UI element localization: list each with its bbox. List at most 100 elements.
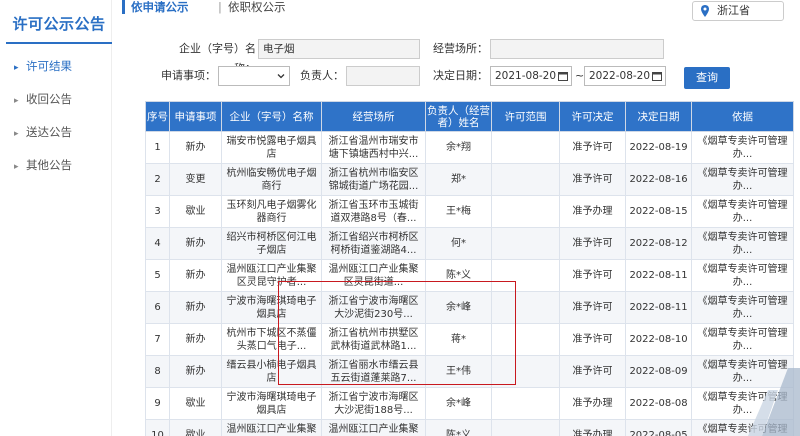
cell-apply-type-text: 新办 [185,302,206,313]
table-row[interactable]: 3 歇业 玉环刻凡电子烟雾化器商行 浙江省玉环市玉城街道双港路8号（春... 王*梅 准予… [145,195,794,228]
table-row[interactable]: 2 变更 杭州临安畅优电子烟商行 浙江省杭州市临安区锦城街道广场花园... 郑* 准予许可… [145,163,794,196]
cell-decision-text: 准予许可 [572,334,613,345]
cell-place: 温州瓯江口产业集聚区灵昆街道... [321,419,426,436]
place-label: 经营场所： [433,42,488,55]
cell-basis: 《烟草专卖许可管理办... [691,195,794,228]
cell-index-text: 6 [154,302,161,313]
cell-scope [491,419,560,436]
cell-date: 2022-08-16 [625,163,692,196]
header-person: 负责人（经营者）姓名 [425,101,492,132]
calendar-icon[interactable] [558,71,568,81]
header-index: 序号 [145,101,170,132]
sidebar-item-other[interactable]: ▸ 其他公告 [14,155,72,175]
sidebar-item-label: 送达公告 [26,125,72,139]
cell-company: 玉环刻凡电子烟雾化器商行 [221,195,322,228]
cell-date: 2022-08-09 [625,355,692,388]
cell-apply-type: 歇业 [169,195,222,228]
sidebar-item-delivery[interactable]: ▸ 送达公告 [14,122,72,142]
cell-scope [491,227,560,260]
cell-basis-text: 《烟草专卖许可管理办... [697,167,788,192]
cell-date-text: 2022-08-11 [629,302,688,313]
cell-place-text: 浙江省温州市瑞安市塘下镇塘西村中兴... [328,135,419,160]
cell-place-text: 浙江省绍兴市柯桥区柯桥街道鉴湖路4... [328,231,419,256]
cell-basis-text: 《烟草专卖许可管理办... [697,263,788,288]
cell-person-text: 余*峰 [446,398,471,409]
cell-index-text: 3 [154,206,161,217]
tab-on-application[interactable]: 依申请公示 [122,0,189,14]
cell-date-text: 2022-08-15 [629,206,688,217]
calendar-icon[interactable] [652,71,662,81]
person-input[interactable] [346,66,420,86]
cell-date-text: 2022-08-16 [629,174,688,185]
cell-place-text: 温州瓯江口产业集聚区灵昆街道... [328,423,419,435]
cell-decision-text: 准予办理 [572,206,613,217]
company-name-input[interactable]: 电子烟 [258,39,420,59]
cell-decision-text: 准予许可 [572,302,613,313]
query-button[interactable]: 查询 [684,67,730,89]
cell-index-text: 5 [154,270,161,281]
cell-company: 温州瓯江口产业集聚区灵昆守护者... [221,419,322,436]
cell-index: 9 [145,387,170,420]
business-place-input[interactable] [490,39,664,59]
results-table: 序号 申请事项 企业（字号）名称 经营场所 负责人（经营者）姓名 许可范围 许可… [145,101,794,436]
cell-place: 浙江省杭州市临安区锦城街道广场花园... [321,163,426,196]
cell-apply-type: 新办 [169,323,222,356]
cell-person: 王*梅 [425,195,492,228]
cell-date-text: 2022-08-19 [629,142,688,153]
table-row[interactable]: 4 新办 绍兴市柯桥区何江电子烟店 浙江省绍兴市柯桥区柯桥街道鉴湖路4... 何* 准予许… [145,227,794,260]
table-row[interactable]: 9 歇业 宁波市海曙琪琦电子烟具店 浙江省宁波市海曙区大沙泥街188号... 余*峰 准予… [145,387,794,420]
header-basis: 依据 [691,101,794,132]
cell-place-text: 浙江省宁波市海曙区大沙泥街188号... [328,391,419,416]
cell-scope [491,387,560,420]
cell-decision: 准予许可 [559,259,626,292]
cell-person-text: 陈*义 [446,430,471,436]
company-label: 企业（字号）名称： [179,42,256,75]
chevron-right-icon: ▸ [14,96,19,106]
cell-company-text: 杭州临安畅优电子烟商行 [226,167,317,192]
cell-index: 8 [145,355,170,388]
cell-apply-type-text: 变更 [185,174,206,185]
table-row[interactable]: 1 新办 瑞安市悦露电子烟具店 浙江省温州市瑞安市塘下镇塘西村中兴... 余*翔 准予许可… [145,131,794,164]
region-selector[interactable]: 浙江省 [692,1,784,21]
cell-apply-type: 歇业 [169,387,222,420]
cell-index-text: 2 [154,174,161,185]
table-row[interactable]: 10 歇业 温州瓯江口产业集聚区灵昆守护者... 温州瓯江口产业集聚区灵昆街道... 陈… [145,419,794,436]
date-from-input[interactable]: 2021-08-20 [490,66,572,86]
cell-apply-type-text: 新办 [185,270,206,281]
cell-decision-text: 准予许可 [572,238,613,249]
cell-index: 1 [145,131,170,164]
cell-basis: 《烟草专卖许可管理办... [691,227,794,260]
cell-apply-type: 新办 [169,227,222,260]
region-label: 浙江省 [717,4,750,17]
cell-decision-text: 准予许可 [572,142,613,153]
table-header-row: 序号 申请事项 企业（字号）名称 经营场所 负责人（经营者）姓名 许可范围 许可… [145,101,794,132]
cell-index-text: 1 [154,142,161,153]
cell-place-text: 浙江省杭州市临安区锦城街道广场花园... [328,167,419,192]
date-to-input[interactable]: 2022-08-20 [584,66,666,86]
tab-ex-officio[interactable]: 依职权公示 [228,0,286,14]
cell-place: 浙江省温州市瑞安市塘下镇塘西村中兴... [321,131,426,164]
cell-date-text: 2022-08-12 [629,238,688,249]
sidebar-title: 许可公示公告 [6,4,112,44]
cell-apply-type-text: 新办 [185,334,206,345]
cell-person: 余*翔 [425,131,492,164]
cell-person-text: 余*翔 [446,142,471,153]
sidebar-item-revocation[interactable]: ▸ 收回公告 [14,89,72,109]
cell-date: 2022-08-15 [625,195,692,228]
cell-date: 2022-08-05 [625,419,692,436]
cell-index: 7 [145,323,170,356]
cell-apply-type-text: 新办 [185,238,206,249]
cell-apply-type-text: 歇业 [185,398,206,409]
sidebar-item-label: 收回公告 [26,92,72,106]
apply-type-select[interactable] [218,66,290,86]
date-range-separator: ~ [575,69,585,82]
chevron-right-icon: ▸ [14,63,19,73]
date-from-value: 2021-08-20 [495,70,557,82]
cell-basis: 《烟草专卖许可管理办... [691,323,794,356]
cell-date: 2022-08-08 [625,387,692,420]
sidebar-item-permit-results[interactable]: ▸ 许可结果 [14,56,72,76]
header-apply-type: 申请事项 [169,101,222,132]
cell-apply-type-text: 新办 [185,142,206,153]
cell-decision-text: 准予办理 [572,398,613,409]
cell-apply-type: 新办 [169,291,222,324]
